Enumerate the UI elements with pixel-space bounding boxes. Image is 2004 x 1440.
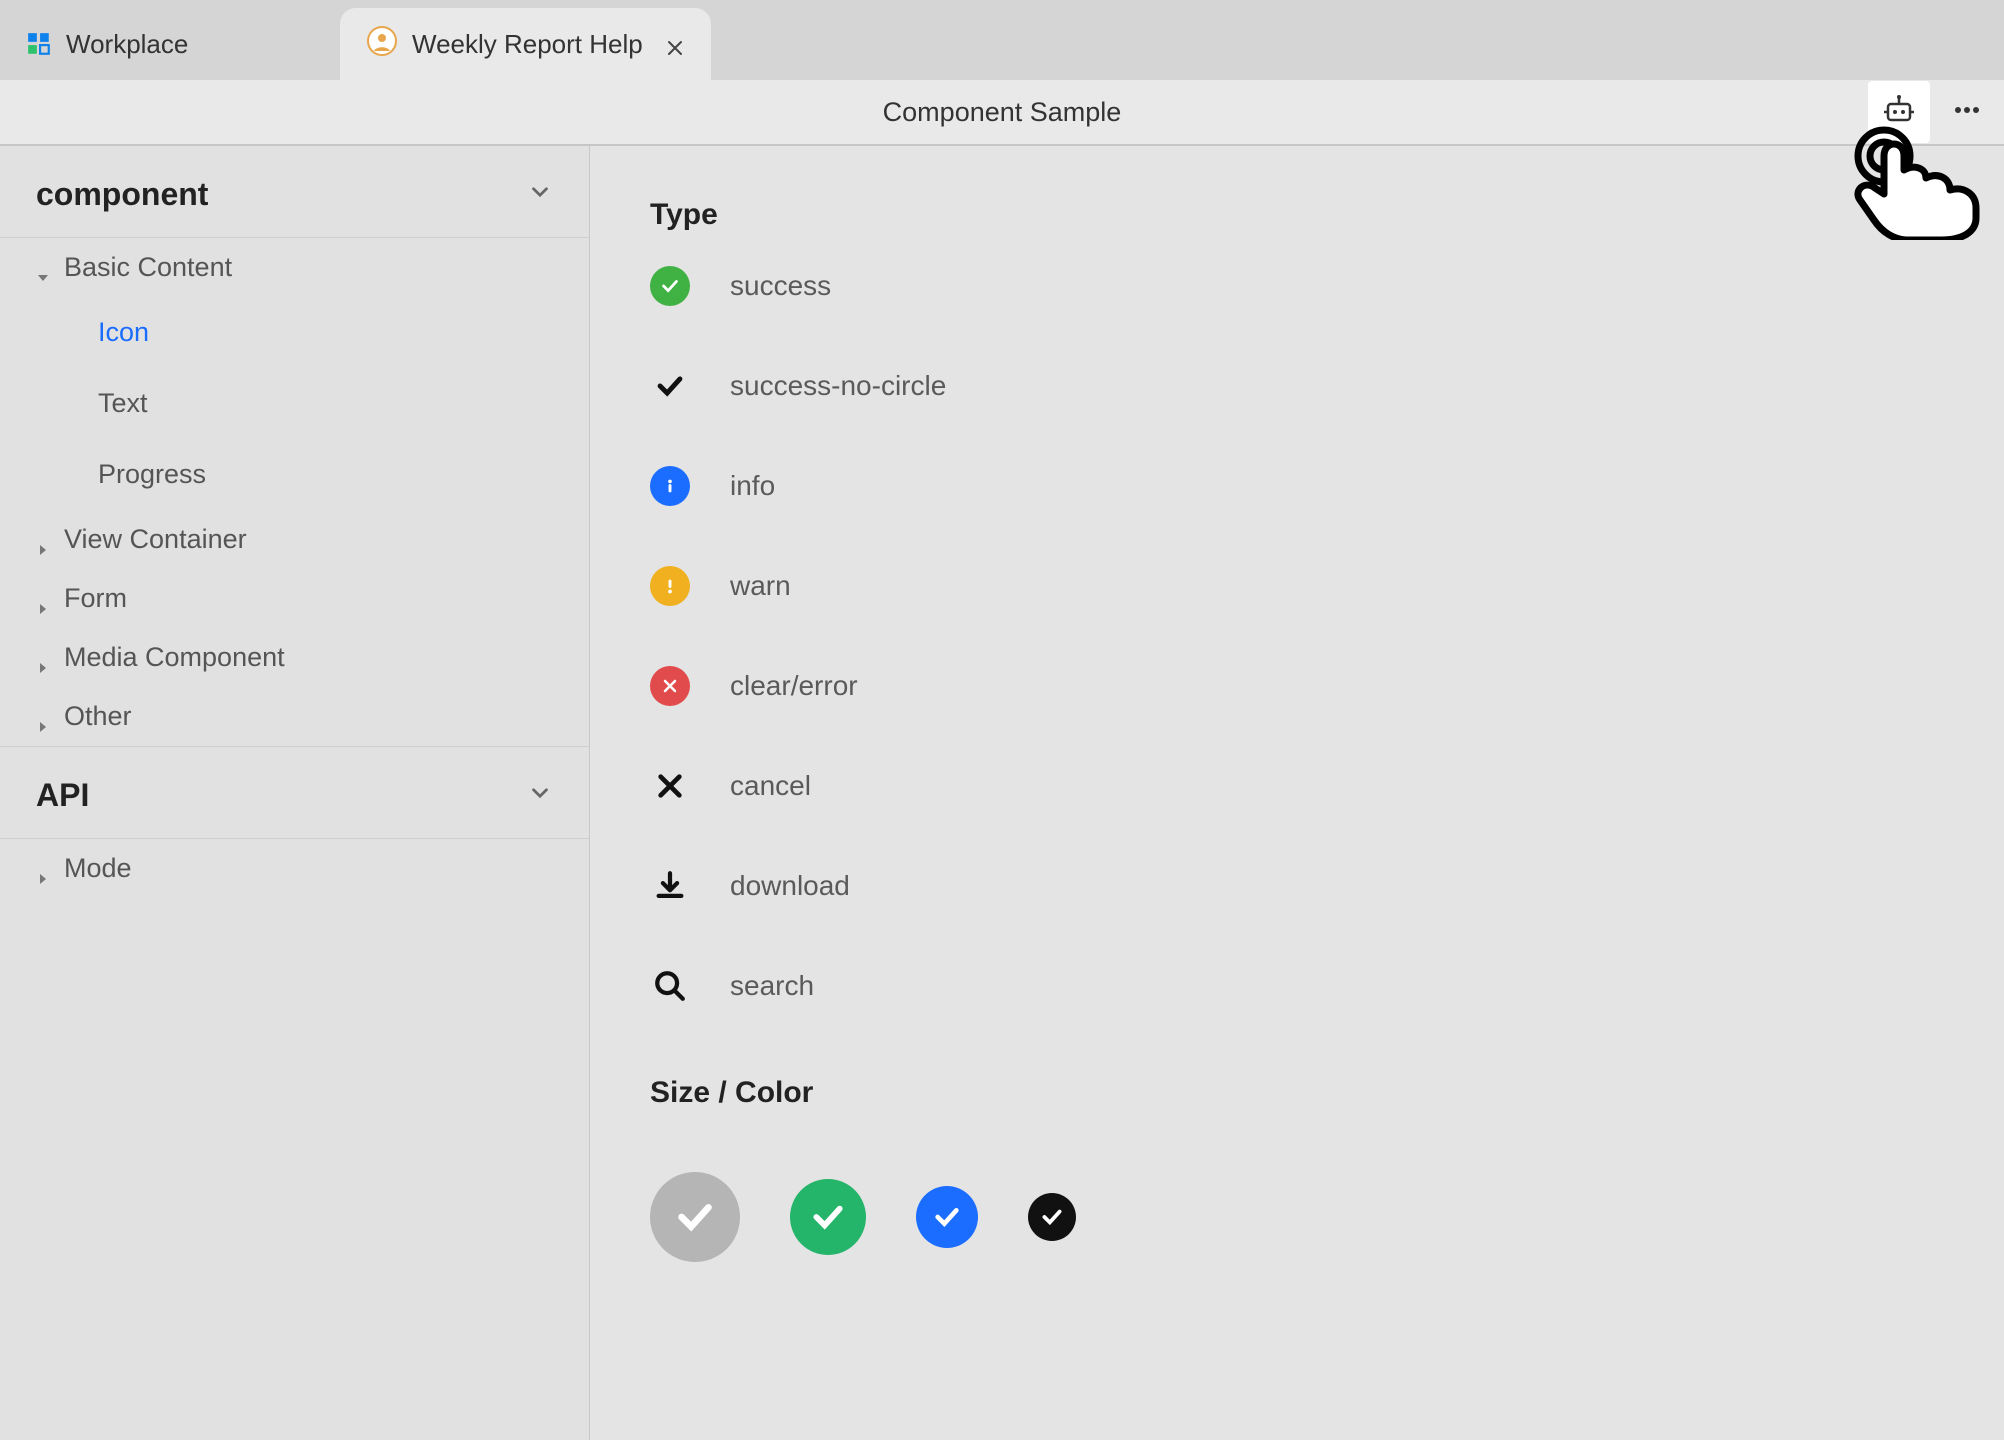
section-type-heading: Type xyxy=(650,198,1944,232)
robot-icon xyxy=(1881,92,1917,133)
sidebar-group-form[interactable]: Form xyxy=(0,569,589,628)
size-sample-large-grey xyxy=(650,1172,740,1262)
info-icon xyxy=(650,466,690,506)
app-avatar-icon xyxy=(366,25,398,64)
sidebar-group-basic-label: Basic Content xyxy=(64,252,232,283)
type-row-cancel: cancel xyxy=(650,766,1944,806)
type-label: download xyxy=(730,870,850,902)
triangle-right-icon xyxy=(36,710,50,724)
success-icon xyxy=(650,266,690,306)
sidebar-group-form-label: Form xyxy=(64,583,127,614)
size-sample-xsmall-black xyxy=(1028,1193,1076,1241)
sidebar-section-component-label: component xyxy=(36,176,208,213)
type-label: success-no-circle xyxy=(730,370,946,402)
type-row-info: info xyxy=(650,466,1944,506)
size-sample-small-blue xyxy=(916,1186,978,1248)
sidebar-item-icon[interactable]: Icon xyxy=(0,297,589,368)
size-sample-medium-green xyxy=(790,1179,866,1255)
section-size-heading: Size / Color xyxy=(650,1076,1944,1110)
size-color-row xyxy=(650,1144,1944,1262)
tab-workplace[interactable]: Workplace xyxy=(0,8,340,80)
type-row-success: success xyxy=(650,266,1944,306)
cancel-icon xyxy=(650,766,690,806)
sidebar-group-mode-label: Mode xyxy=(64,853,132,884)
grid-icon xyxy=(26,31,52,57)
type-label: search xyxy=(730,970,814,1002)
sidebar-group-other[interactable]: Other xyxy=(0,687,589,746)
type-row-warn: warn xyxy=(650,566,1944,606)
close-icon[interactable] xyxy=(665,34,685,54)
triangle-right-icon xyxy=(36,592,50,606)
sidebar-section-component[interactable]: component xyxy=(0,146,589,238)
sidebar-section-api[interactable]: API xyxy=(0,746,589,839)
error-icon xyxy=(650,666,690,706)
check-icon xyxy=(650,366,690,406)
warn-icon xyxy=(650,566,690,606)
content: Type success success-no-circle info warn xyxy=(590,146,2004,1440)
sidebar-item-progress[interactable]: Progress xyxy=(0,439,589,510)
toolbar: Component Sample xyxy=(0,80,2004,146)
bot-button[interactable] xyxy=(1868,81,1930,143)
sidebar-group-mode[interactable]: Mode xyxy=(0,839,589,898)
type-row-download: download xyxy=(650,866,1944,906)
toolbar-actions xyxy=(1868,81,1982,143)
type-label: info xyxy=(730,470,775,502)
sidebar-section-api-label: API xyxy=(36,777,89,814)
download-icon xyxy=(650,866,690,906)
type-row-clear-error: clear/error xyxy=(650,666,1944,706)
tab-weekly-report-label: Weekly Report Help xyxy=(412,29,643,60)
tab-workplace-label: Workplace xyxy=(66,29,188,60)
triangle-right-icon xyxy=(36,862,50,876)
type-label: clear/error xyxy=(730,670,858,702)
triangle-right-icon xyxy=(36,533,50,547)
sidebar-group-view-container[interactable]: View Container xyxy=(0,510,589,569)
chevron-down-icon xyxy=(527,777,553,814)
chevron-down-icon xyxy=(527,176,553,213)
type-label: cancel xyxy=(730,770,811,802)
search-icon xyxy=(650,966,690,1006)
sidebar-group-view-label: View Container xyxy=(64,524,247,555)
triangle-down-icon xyxy=(36,261,50,275)
sidebar-group-media-label: Media Component xyxy=(64,642,285,673)
type-row-search: search xyxy=(650,966,1944,1006)
sidebar-group-basic-content[interactable]: Basic Content xyxy=(0,238,589,297)
more-icon[interactable] xyxy=(1952,95,1982,130)
type-label: success xyxy=(730,270,831,302)
sidebar-group-other-label: Other xyxy=(64,701,132,732)
tab-weekly-report[interactable]: Weekly Report Help xyxy=(340,8,711,80)
triangle-right-icon xyxy=(36,651,50,665)
sidebar: component Basic Content Icon Text Progre… xyxy=(0,146,590,1440)
sidebar-group-media[interactable]: Media Component xyxy=(0,628,589,687)
type-row-success-no-circle: success-no-circle xyxy=(650,366,1944,406)
type-label: warn xyxy=(730,570,791,602)
sidebar-item-text[interactable]: Text xyxy=(0,368,589,439)
tabbar: Workplace Weekly Report Help xyxy=(0,0,2004,80)
page-title: Component Sample xyxy=(883,97,1122,128)
